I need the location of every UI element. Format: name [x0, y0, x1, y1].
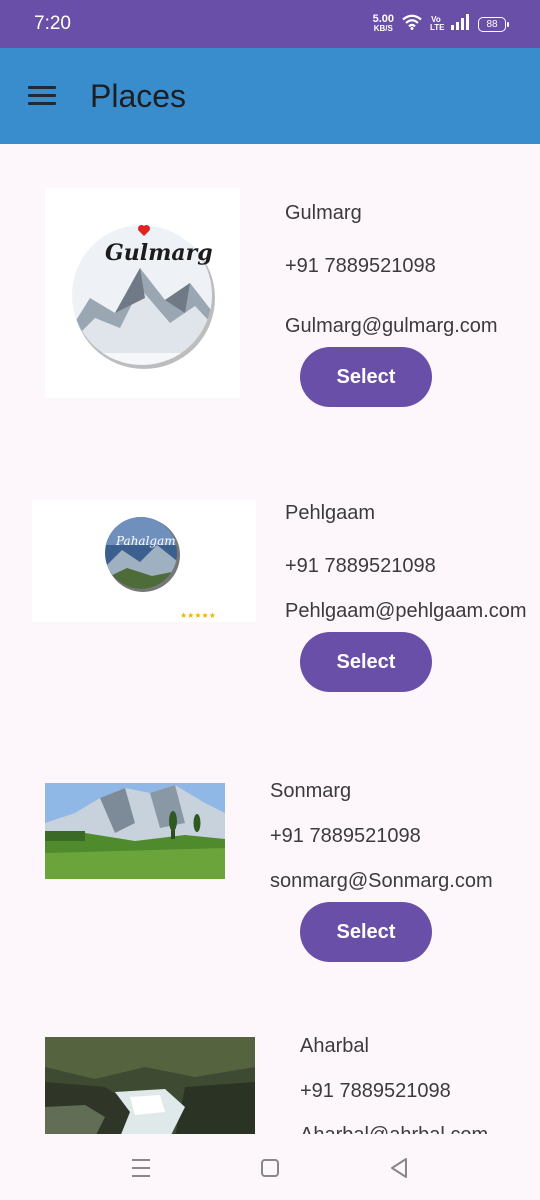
volte-indicator: Vo LTE — [430, 16, 445, 32]
wifi-icon — [402, 14, 422, 35]
hamburger-menu-icon[interactable] — [26, 84, 58, 108]
pehlgaam-image: ★★★★★ Pahalgam — [32, 500, 256, 622]
signal-icon — [450, 13, 470, 35]
pehlgaam-image-text: Pahalgam — [116, 534, 176, 548]
gulmarg-image: Gulmarg — [45, 188, 240, 398]
place-phone: +91 7889521098 — [300, 1080, 451, 1102]
place-email: Pehlgaam@pehlgaam.com — [285, 600, 527, 622]
network-speed: 5.00 KB/S — [372, 13, 394, 34]
places-list[interactable]: Gulmarg Gulmarg +91 7889521098 Gulmarg@g… — [0, 144, 540, 1134]
place-name: Pehlgaam — [285, 502, 376, 524]
status-icons: 5.00 KB/S Vo LTE 88 — [372, 12, 509, 36]
system-nav-bar — [0, 1134, 540, 1200]
place-phone: +91 7889521098 — [285, 255, 436, 277]
place-email: Aharbal@ahrbal.com — [300, 1124, 488, 1134]
place-email: Gulmarg@gulmarg.com — [285, 315, 498, 337]
recents-icon[interactable] — [127, 1154, 155, 1182]
network-speed-value: 5.00 — [372, 13, 394, 25]
battery-level: 88 — [486, 18, 498, 30]
place-email: sonmarg@Sonmarg.com — [270, 870, 493, 892]
place-name: Sonmarg — [270, 780, 352, 802]
select-button[interactable]: Select — [300, 347, 432, 407]
app-bar: Places — [0, 48, 540, 144]
battery-icon: 88 — [478, 16, 509, 32]
place-name: Aharbal — [300, 1035, 369, 1057]
place-name: Gulmarg — [285, 202, 362, 224]
status-bar: 7:20 5.00 KB/S Vo LTE 88 — [0, 0, 540, 48]
svg-text:★★★★★: ★★★★★ — [180, 611, 216, 620]
network-speed-unit: KB/S — [373, 24, 393, 33]
volte-bottom-text: LTE — [430, 23, 445, 32]
home-icon[interactable] — [256, 1154, 284, 1182]
page-title: Places — [90, 78, 187, 114]
place-phone: +91 7889521098 — [270, 825, 421, 847]
back-icon[interactable] — [385, 1154, 413, 1182]
place-phone: +91 7889521098 — [285, 555, 436, 577]
select-button[interactable]: Select — [300, 902, 432, 962]
sonmarg-image — [45, 783, 225, 879]
select-button[interactable]: Select — [300, 632, 432, 692]
gulmarg-image-text: Gulmarg — [105, 240, 213, 266]
aharbal-image — [45, 1037, 255, 1134]
status-time: 7:20 — [34, 13, 71, 34]
